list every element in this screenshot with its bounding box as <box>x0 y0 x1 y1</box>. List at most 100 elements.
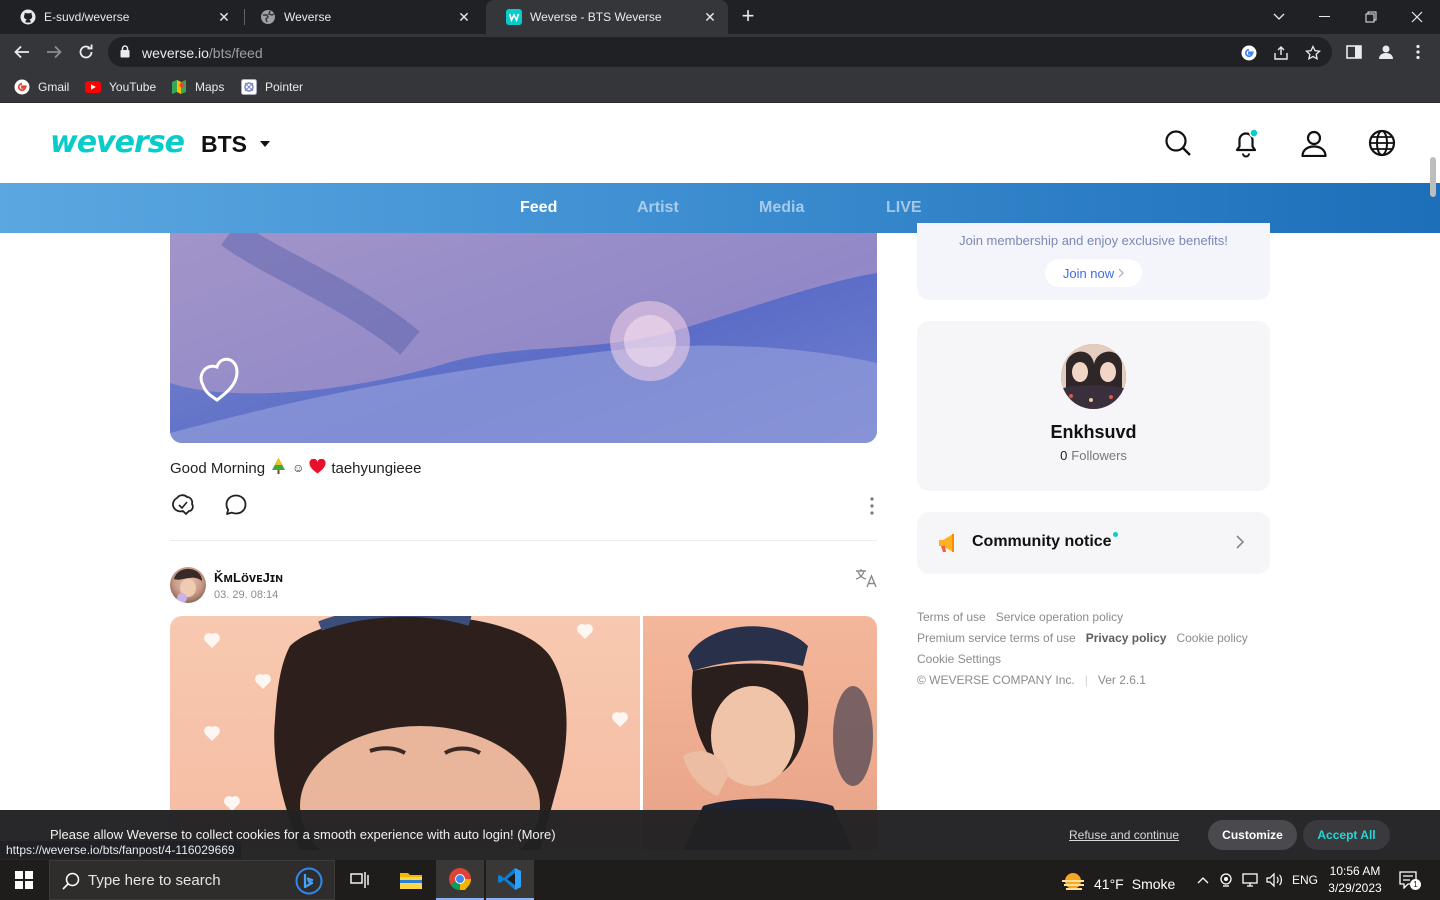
close-window-button[interactable] <box>1394 0 1440 34</box>
caption-tag: taehyungieee <box>331 459 422 477</box>
page-scrollbar[interactable] <box>1430 157 1436 197</box>
join-now-label: Join now <box>1062 265 1115 281</box>
caret-down-icon[interactable] <box>260 141 270 147</box>
refuse-and-continue-link[interactable]: Refuse and continue <box>1069 828 1179 842</box>
tab-search-chevron-icon[interactable] <box>1256 0 1302 34</box>
bookmarks-bar: Gmail YouTube Maps Pointer <box>0 70 1440 103</box>
my-profile-card[interactable]: Enkhsuvd 0 Followers <box>917 321 1270 491</box>
tab-weverse[interactable]: Weverse ✕ <box>240 0 482 34</box>
close-icon[interactable]: ✕ <box>216 9 232 25</box>
megaphone-icon <box>936 531 960 555</box>
profile-icon[interactable] <box>1377 43 1395 61</box>
link-premium-terms[interactable]: Premium service terms of use <box>917 631 1076 645</box>
windows-start-button[interactable] <box>0 860 48 900</box>
tab-live[interactable]: LIVE <box>886 199 922 217</box>
side-panel-icon[interactable] <box>1345 43 1363 61</box>
url-path: /bts/feed <box>208 45 263 61</box>
community-notice-label: Community notice <box>972 533 1112 550</box>
notification-center-icon[interactable]: 1 <box>1398 870 1421 890</box>
close-icon[interactable]: ✕ <box>702 9 718 25</box>
author-avatar[interactable] <box>170 567 206 603</box>
profile-avatar[interactable] <box>1061 344 1126 409</box>
link-status-url: https://weverse.io/bts/fanpost/4-1160296… <box>0 841 241 859</box>
tab-artist[interactable]: Artist <box>637 199 679 217</box>
link-cookie-policy[interactable]: Cookie policy <box>1176 631 1247 645</box>
bookmark-maps[interactable]: Maps <box>171 77 224 97</box>
file-explorer-icon[interactable] <box>387 860 435 900</box>
bookmark-label: Pointer <box>265 80 304 94</box>
bookmark-youtube[interactable]: YouTube <box>85 77 156 97</box>
copyright: © WEVERSE COMPANY Inc. <box>917 672 1075 687</box>
forward-button[interactable] <box>40 38 68 66</box>
reload-button[interactable] <box>72 38 100 66</box>
bookmark-gmail[interactable]: Gmail <box>14 77 69 97</box>
browser-tab-strip: E-suvd/weverse ✕ Weverse ✕ Weverse - BTS… <box>0 0 1440 34</box>
cookie-text[interactable]: Please allow Weverse to collect cookies … <box>50 827 556 842</box>
weverse-logo[interactable]: weverse <box>50 125 185 160</box>
system-clock[interactable]: 10:56 AM 3/29/2023 <box>1322 863 1388 897</box>
vscode-taskbar-icon[interactable] <box>486 860 534 900</box>
tab-title: Weverse <box>284 10 332 24</box>
language-indicator[interactable]: ENG <box>1292 870 1318 890</box>
camera-icon[interactable] <box>1217 870 1237 890</box>
tab-title: Weverse - BTS Weverse <box>530 10 662 24</box>
task-view-icon[interactable] <box>336 860 384 900</box>
join-now-button[interactable]: Join now <box>1045 259 1142 287</box>
youtube-icon <box>85 79 101 95</box>
bookmark-pointer[interactable]: Pointer <box>241 77 303 97</box>
membership-text: Join membership and enjoy exclusive bene… <box>959 233 1228 248</box>
more-options-icon[interactable] <box>870 497 874 520</box>
post-divider <box>170 540 877 541</box>
tree-emoji-icon <box>270 457 287 479</box>
link-terms[interactable]: Terms of use <box>917 610 986 624</box>
tab-media[interactable]: Media <box>759 199 804 217</box>
weverse-header: weverse BTS <box>0 103 1440 183</box>
address-bar[interactable]: weverse.io/bts/feed <box>108 37 1332 67</box>
link-cookie-settings[interactable]: Cookie Settings <box>917 652 1001 666</box>
bookmark-star-icon[interactable] <box>1304 44 1322 62</box>
cheer-icon[interactable] <box>170 492 196 523</box>
chrome-taskbar-icon[interactable] <box>436 860 484 900</box>
taskbar-search-box[interactable]: Type here to search <box>49 860 335 900</box>
bookmark-label: YouTube <box>109 80 157 94</box>
new-badge-dot <box>1113 532 1118 537</box>
post-image[interactable] <box>170 233 877 443</box>
user-profile-icon[interactable] <box>1298 127 1330 159</box>
footer-links: Terms of use Service operation policy Pr… <box>917 606 1270 690</box>
google-lens-icon[interactable] <box>1240 44 1258 62</box>
google-icon <box>14 79 30 95</box>
accept-all-button[interactable]: Accept All <box>1303 820 1390 850</box>
notification-bell-icon[interactable] <box>1230 127 1262 159</box>
language-globe-icon[interactable] <box>1366 127 1398 159</box>
back-button[interactable] <box>8 38 36 66</box>
link-privacy-policy[interactable]: Privacy policy <box>1086 631 1167 645</box>
author-name[interactable]: ǨᴍLöᴠᴇJɪɴ <box>214 570 283 585</box>
kebab-menu-icon[interactable] <box>1409 43 1427 61</box>
customize-button[interactable]: Customize <box>1208 820 1297 850</box>
volume-icon[interactable] <box>1265 870 1285 890</box>
bing-chat-icon[interactable] <box>295 867 323 900</box>
new-tab-button[interactable]: + <box>736 5 760 29</box>
clock-time: 10:56 AM <box>1329 864 1381 878</box>
translate-icon[interactable] <box>855 568 877 588</box>
close-icon[interactable]: ✕ <box>456 9 472 25</box>
lock-icon[interactable] <box>120 45 130 63</box>
tab-feed[interactable]: Feed <box>520 199 557 217</box>
share-icon[interactable] <box>1272 44 1290 62</box>
caption-text: Good Morning <box>170 459 266 477</box>
tab-weverse-bts[interactable]: Weverse - BTS Weverse ✕ <box>486 0 728 34</box>
community-notice-card[interactable]: Community notice <box>917 512 1270 574</box>
notification-count-badge: 1 <box>1410 879 1421 890</box>
link-service-policy[interactable]: Service operation policy <box>996 610 1123 624</box>
comment-icon[interactable] <box>224 493 248 522</box>
tab-github[interactable]: E-suvd/weverse ✕ <box>0 0 242 34</box>
minimize-button[interactable] <box>1302 0 1348 34</box>
community-name[interactable]: BTS <box>201 131 247 158</box>
chevron-up-icon[interactable] <box>1193 870 1213 890</box>
weather-widget[interactable]: 41°F Smoke <box>1060 870 1175 897</box>
browser-toolbar: weverse.io/bts/feed <box>0 34 1440 70</box>
network-icon[interactable] <box>1241 870 1261 890</box>
url-text: weverse.io/bts/feed <box>142 45 263 61</box>
search-icon[interactable] <box>1162 127 1194 159</box>
restore-button[interactable] <box>1348 0 1394 34</box>
